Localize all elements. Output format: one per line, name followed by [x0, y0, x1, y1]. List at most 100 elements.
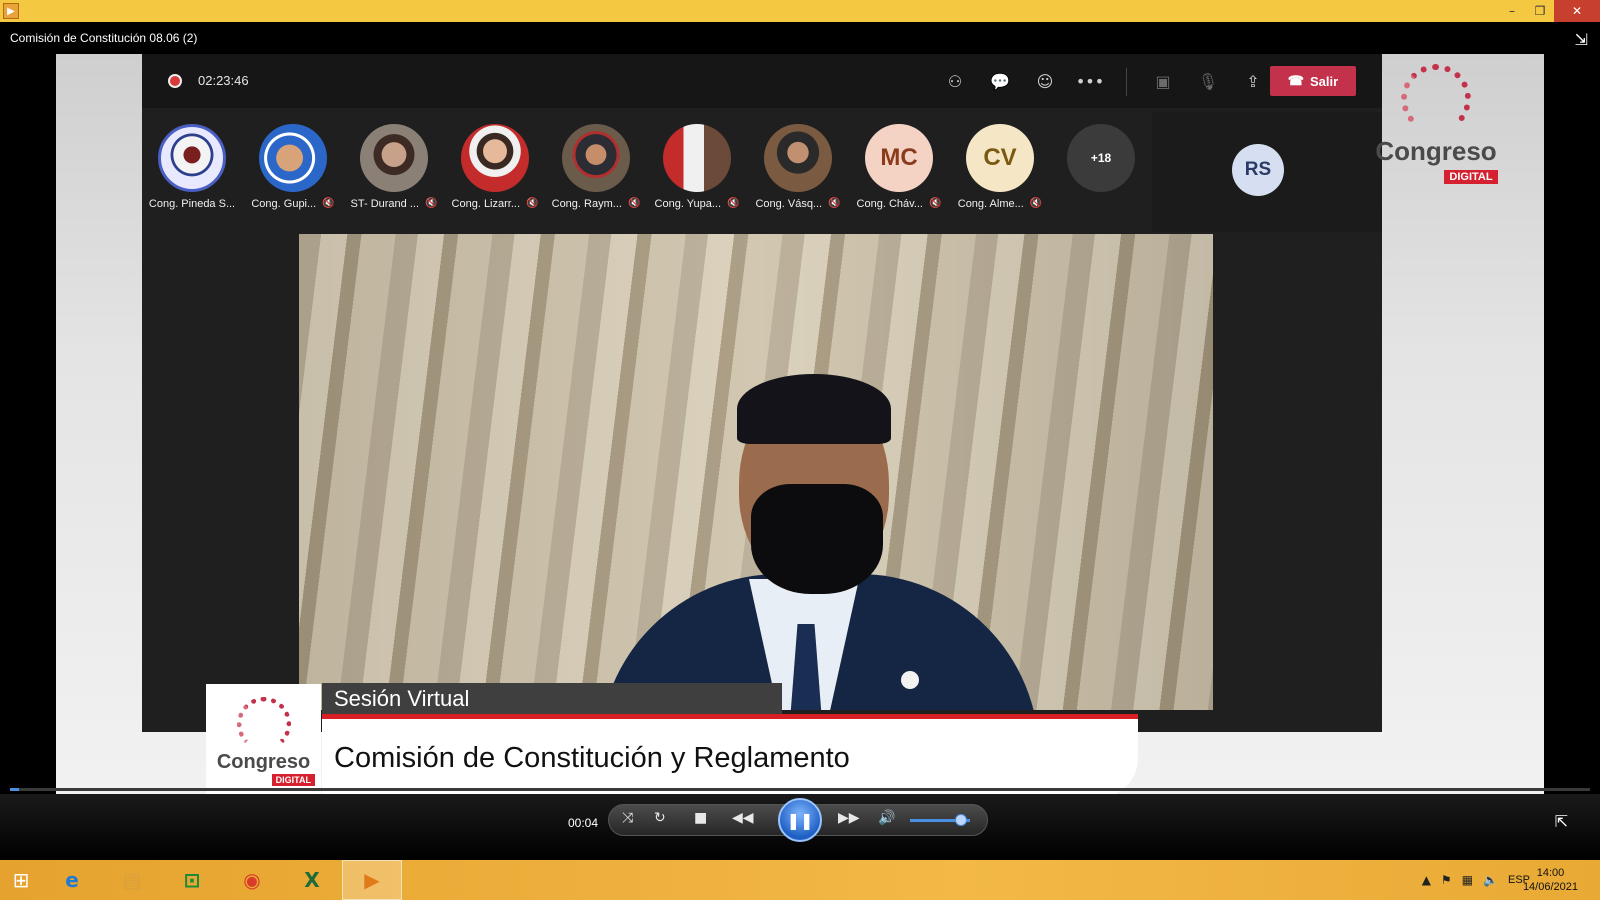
chat-icon[interactable]: 💬 [987, 68, 1013, 94]
next-icon[interactable]: ▶▶ [838, 810, 860, 826]
participant-avatar [461, 124, 529, 192]
participant-name: Cong. Raym... [551, 198, 622, 210]
start-button[interactable]: ⊞ [0, 860, 42, 900]
participant-name: Cong. Yupa... [654, 198, 722, 210]
network-icon[interactable]: ▦ [1462, 873, 1473, 887]
speaker-face-mask [751, 484, 883, 594]
media-player: Comisión de Constitución 08.06 (2) ⇲ 02:… [0, 22, 1600, 860]
participant-tile[interactable]: CV Cong. Alme... 🔇 [958, 124, 1042, 210]
more-participants-tile[interactable]: +18 [1067, 124, 1135, 210]
participant-name: Cong. Alme... [957, 198, 1024, 210]
mic-off-icon[interactable]: 🎙 [1195, 68, 1221, 94]
chrome-icon[interactable]: ◉ [222, 860, 282, 900]
close-button[interactable]: ✕ [1554, 0, 1600, 22]
media-title: Comisión de Constitución 08.06 (2) [10, 31, 198, 45]
mic-muted-icon: 🔇 [526, 198, 539, 209]
participant-avatar [562, 124, 630, 192]
video-frame[interactable]: 02:23:46 ⚇ 💬 ☺ ••• ▣ 🎙 ⇪ ☎ Salir RS Cong… [56, 54, 1544, 804]
speaker-icon[interactable]: 🔈 [1483, 873, 1498, 887]
shuffle-icon[interactable]: ⤨ [622, 810, 633, 826]
more-icon[interactable]: ••• [1076, 68, 1104, 94]
participant-avatar [360, 124, 428, 192]
self-avatar[interactable]: RS [1232, 144, 1284, 196]
internet-explorer-icon[interactable]: e [42, 860, 102, 900]
participant-name: Cong. Vásq... [755, 198, 823, 210]
participant-tile[interactable]: Cong. Lizarr... 🔇 [452, 124, 538, 210]
previous-icon[interactable]: ◀◀ [732, 810, 754, 826]
compact-view-icon[interactable]: ⇲ [1575, 30, 1588, 49]
clock-date: 14/06/2021 [1522, 881, 1578, 893]
leave-button[interactable]: ☎ Salir [1270, 66, 1356, 96]
excel-icon[interactable]: X [282, 860, 342, 900]
more-participants-count: +18 [1067, 124, 1135, 192]
participant-avatar [764, 124, 832, 192]
action-center-icon[interactable]: ⚑ [1441, 873, 1452, 887]
mic-muted-icon: 🔇 [828, 198, 841, 209]
lower-third-tag: Sesión Virtual [322, 683, 782, 715]
store-icon[interactable]: ⊡ [162, 860, 222, 900]
clock-time: 14:00 [1536, 867, 1565, 879]
participant-initials: CV [966, 124, 1034, 192]
switch-to-library-icon[interactable]: ⇱ [1555, 812, 1568, 831]
show-hidden-icons-icon[interactable]: ▲ [1422, 873, 1431, 887]
toolbar-divider [1126, 68, 1127, 96]
participant-tile[interactable]: Cong. Pineda S... [149, 124, 235, 210]
volume-icon[interactable]: 🔊 [878, 810, 895, 826]
participant-tile[interactable]: Cong. Raym... 🔇 [552, 124, 640, 210]
congreso-logo: Congreso DIGITAL [1366, 64, 1506, 185]
lower-third-logo: Congreso DIGITAL [206, 684, 321, 798]
mic-muted-icon: 🔇 [322, 198, 335, 209]
participant-tile[interactable]: MC Cong. Cháv... 🔇 [857, 124, 941, 210]
active-speaker-video [299, 234, 1213, 710]
media-player-app-icon[interactable]: ▶ [3, 3, 19, 19]
camera-off-icon[interactable]: ▣ [1150, 68, 1176, 94]
congreso-wordmark: Congreso [216, 750, 311, 773]
meeting-window: 02:23:46 ⚇ 💬 ☺ ••• ▣ 🎙 ⇪ ☎ Salir RS Cong… [142, 54, 1382, 732]
windows-taskbar: ⊞ e ▤ ⊡ ◉ X ▶ ▲ ⚑ ▦ 🔈 ESP 14:00 14/06/20… [0, 860, 1600, 900]
recording-icon [168, 74, 182, 88]
repeat-icon[interactable]: ↻ [654, 810, 666, 826]
congreso-arc-icon [236, 696, 291, 751]
participant-avatar [663, 124, 731, 192]
file-explorer-icon[interactable]: ▤ [102, 860, 162, 900]
congreso-digital-badge: DIGITAL [271, 773, 315, 786]
share-icon[interactable]: ⇪ [1240, 68, 1266, 94]
mic-muted-icon: 🔇 [727, 198, 740, 209]
speaker-lapel-pin [901, 671, 919, 689]
participant-tile[interactable]: Cong. Vásq... 🔇 [755, 124, 841, 210]
window-title-bar: ▶ – ❐ ✕ [0, 0, 1600, 22]
participant-name: Cong. Lizarr... [451, 198, 521, 210]
mic-muted-icon: 🔇 [1029, 198, 1043, 209]
participant-name: Cong. Pineda S... [148, 198, 236, 210]
participant-avatar [158, 124, 226, 192]
media-player-taskbar-icon[interactable]: ▶ [342, 860, 402, 900]
mic-muted-icon: 🔇 [627, 198, 641, 209]
participant-tile[interactable]: Cong. Yupa... 🔇 [655, 124, 739, 210]
seek-bar[interactable] [10, 788, 1590, 791]
congreso-arc-icon [1401, 64, 1471, 134]
participant-gallery: Cong. Pineda S... Cong. Gupi... 🔇 ST- Dur… [149, 124, 1135, 210]
congreso-wordmark: Congreso [1375, 136, 1497, 166]
recording-timer: 02:23:46 [198, 73, 249, 88]
restore-button[interactable]: ❐ [1526, 0, 1554, 22]
elapsed-time: 00:04 [568, 816, 599, 830]
participant-tile[interactable]: ST- Durand ... 🔇 [351, 124, 437, 210]
lower-third-title: Comisión de Constitución y Reglamento [322, 719, 1138, 798]
taskbar-clock[interactable]: 14:00 14/06/2021 [1523, 866, 1578, 894]
meeting-toolbar: 02:23:46 ⚇ 💬 ☺ ••• ▣ 🎙 ⇪ ☎ Salir [142, 54, 1382, 108]
participant-name: Cong. Cháv... [856, 198, 923, 210]
participant-tile[interactable]: Cong. Gupi... 🔇 [251, 124, 335, 210]
stop-icon[interactable]: ■ [694, 810, 707, 826]
leave-label: Salir [1310, 73, 1339, 89]
reactions-icon[interactable]: ☺ [1032, 68, 1058, 94]
participants-icon[interactable]: ⚇ [942, 68, 968, 94]
speaker-hair [737, 374, 891, 444]
phone-icon: ☎ [1287, 73, 1304, 88]
pause-button[interactable]: ❚❚ [778, 798, 822, 842]
mic-muted-icon: 🔇 [929, 198, 942, 209]
minimize-button[interactable]: – [1498, 0, 1526, 22]
participant-name: Cong. Gupi... [251, 198, 317, 210]
congreso-digital-badge: DIGITAL [1444, 170, 1498, 184]
mic-muted-icon: 🔇 [425, 198, 438, 209]
volume-knob[interactable] [955, 814, 967, 826]
